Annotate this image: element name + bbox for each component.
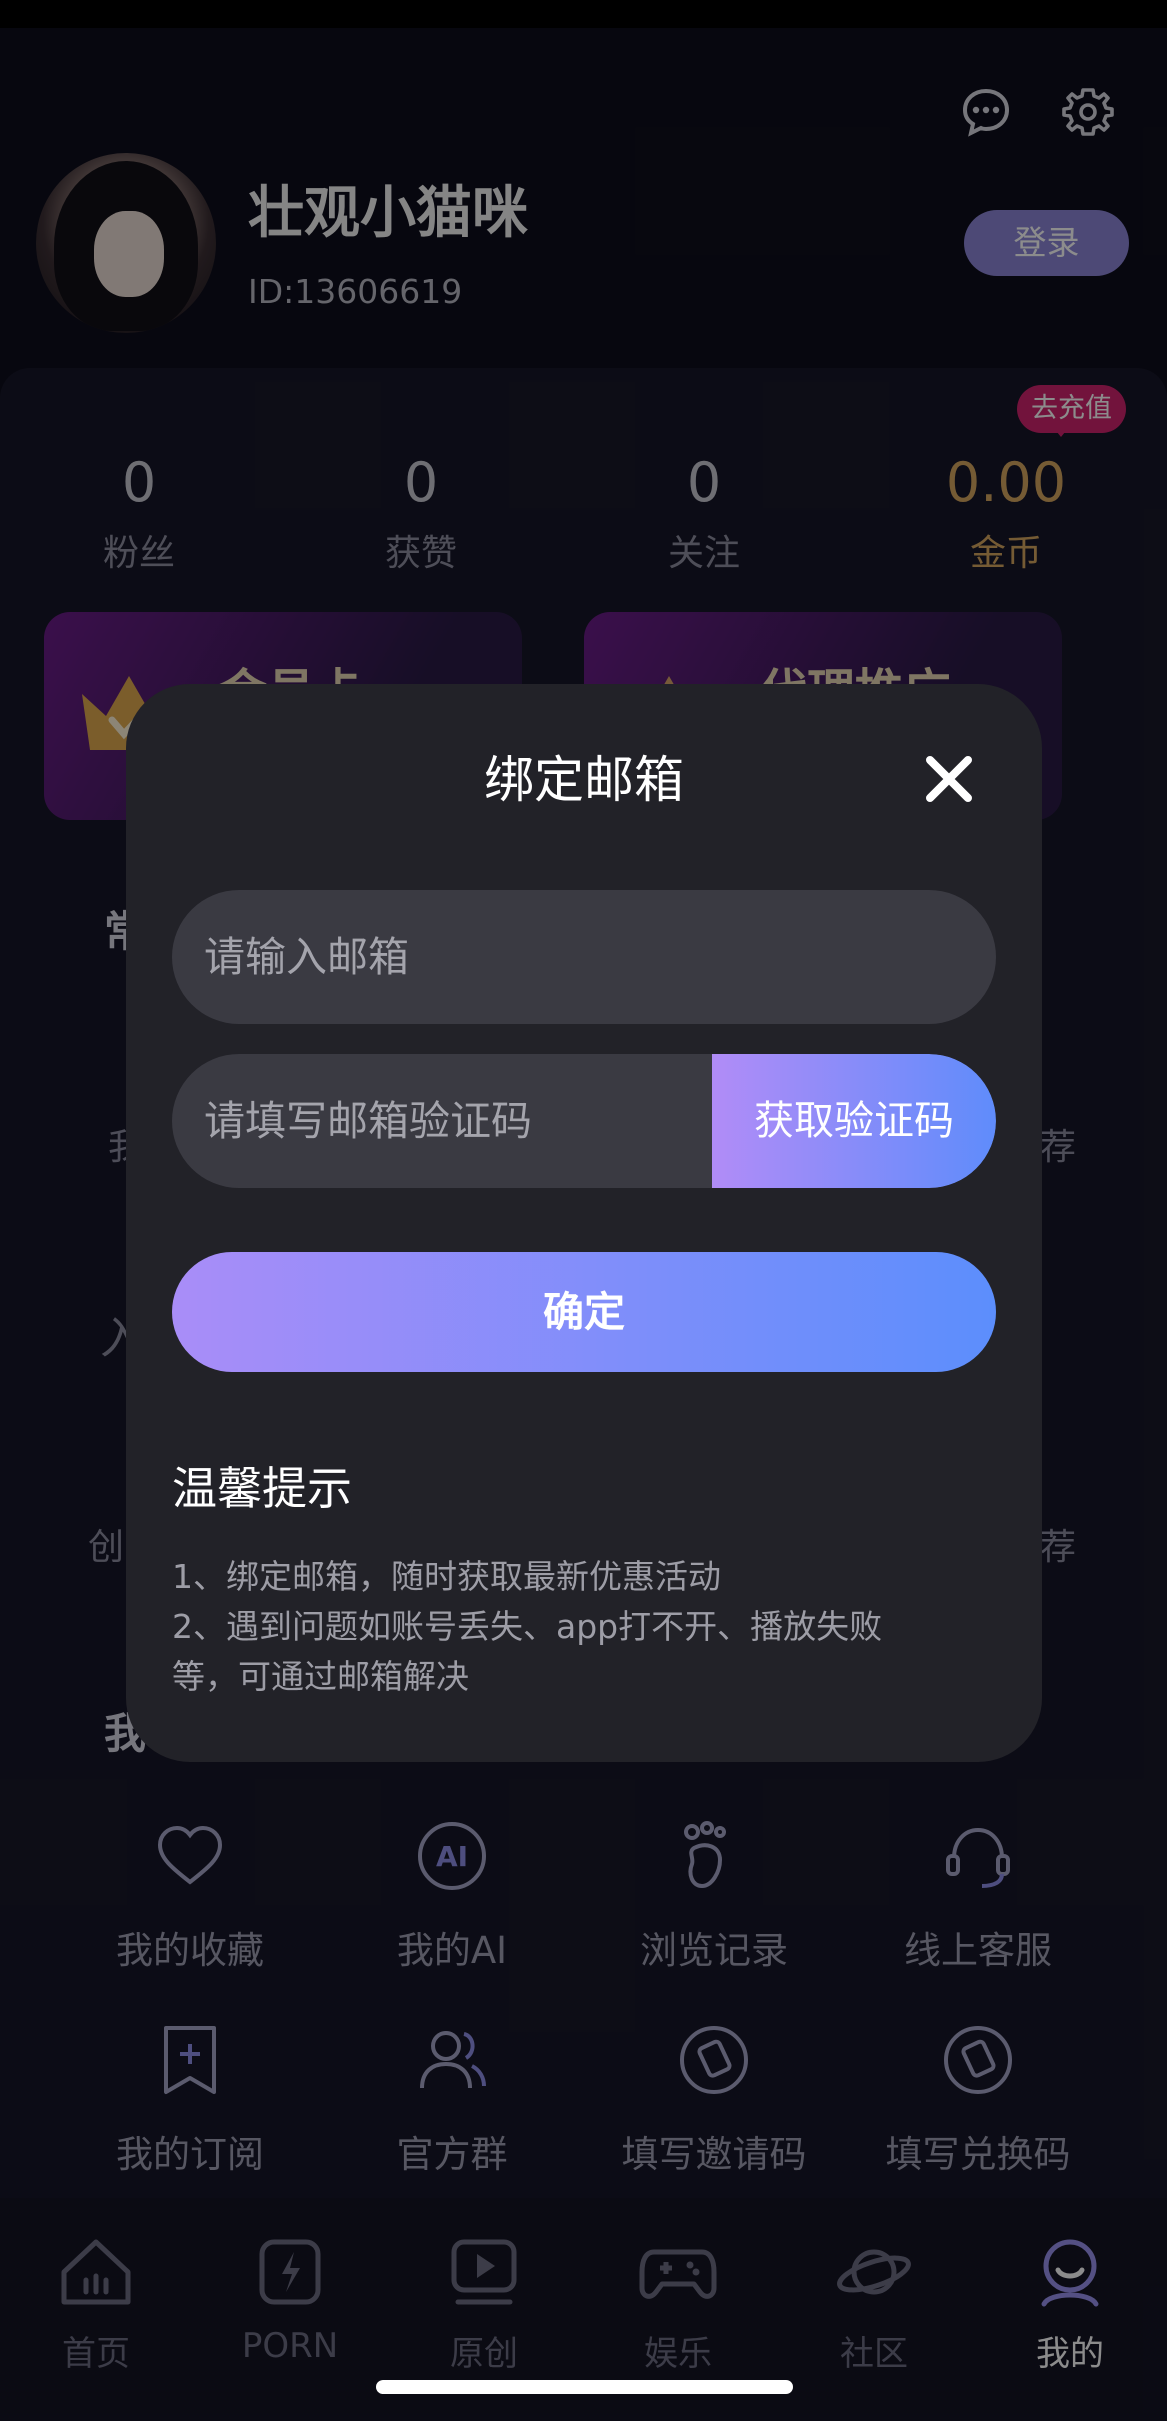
bind-email-dialog: 绑定邮箱 获取验证码 确定 温馨提示 1、绑定邮箱，随时获取最新优惠活动 2、遇…: [126, 684, 1042, 1762]
verification-code-field: 获取验证码: [172, 1054, 996, 1188]
tips-line: 1、绑定邮箱，随时获取最新优惠活动: [172, 1557, 721, 1596]
tips-line: 等，可通过邮箱解决: [172, 1657, 469, 1696]
home-indicator: [376, 2380, 793, 2394]
confirm-button[interactable]: 确定: [172, 1252, 996, 1372]
close-icon[interactable]: [914, 744, 984, 814]
dialog-title: 绑定邮箱: [484, 751, 684, 809]
get-code-button[interactable]: 获取验证码: [712, 1054, 996, 1188]
email-input[interactable]: [172, 890, 996, 1024]
tips-title: 温馨提示: [172, 1462, 353, 1515]
email-field: [172, 890, 996, 1024]
tips-line: 2、遇到问题如账号丢失、app打不开、播放失败: [172, 1607, 883, 1646]
verification-code-input[interactable]: [172, 1054, 712, 1188]
